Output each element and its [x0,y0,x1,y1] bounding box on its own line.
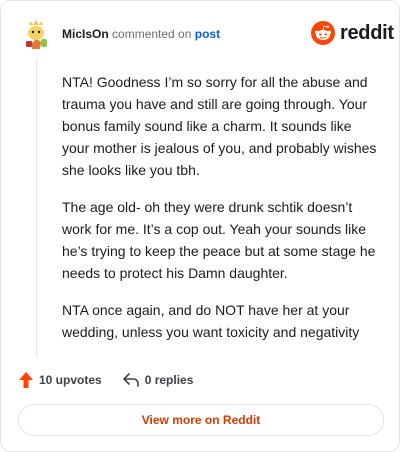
thread-line [36,59,37,357]
view-more-button[interactable]: View more on Reddit [18,404,384,436]
action-text: commented on [112,27,192,41]
reddit-logo[interactable]: reddit [311,21,394,45]
comment-paragraph: NTA once again, and do NOT have her at y… [62,302,360,340]
upvote-button[interactable]: 10 upvotes [18,371,102,389]
comment-paragraph: The age old- oh they were drunk schtik d… [62,199,376,281]
upvote-arrow-icon [19,372,33,388]
replies-button[interactable]: 0 replies [122,372,194,388]
reddit-snoo-icon [311,21,335,45]
reddit-comment-embed: MicIsOn commented on post reddit NTA! Go… [0,0,400,452]
reply-count: 0 replies [144,373,194,387]
upvote-count: 10 upvotes [39,373,102,387]
comment-actions: 10 upvotes 0 replies [18,369,193,391]
comment-header: MicIsOn commented on post [62,26,220,42]
post-link[interactable]: post [195,27,220,41]
reply-arrow-icon [122,373,139,387]
comment-body: NTA! Goodness I’m so sorry for all the a… [62,71,380,358]
avatar[interactable] [18,17,54,53]
comment-paragraph: NTA! Goodness I’m so sorry for all the a… [62,74,377,178]
username[interactable]: MicIsOn [62,27,109,41]
reddit-wordmark: reddit [340,22,394,44]
